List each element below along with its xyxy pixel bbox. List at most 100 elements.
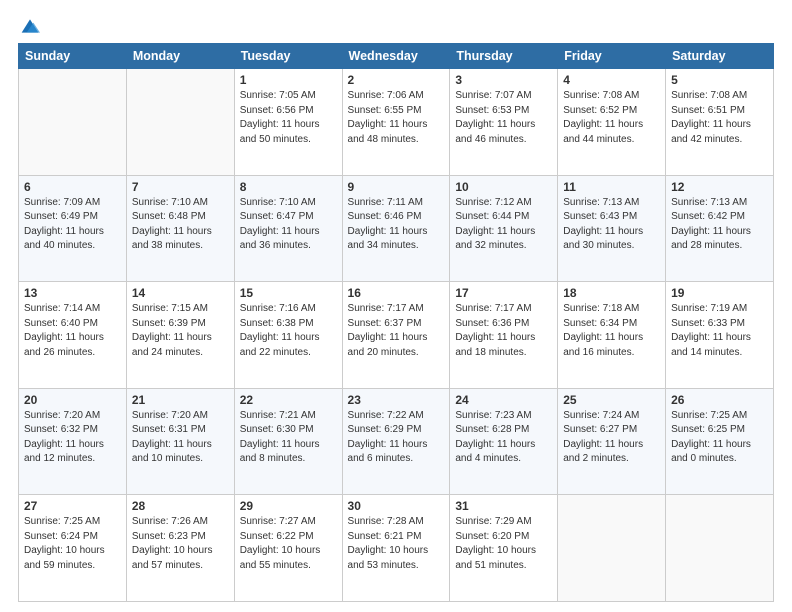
day-number: 30 xyxy=(348,499,445,513)
day-info: Sunrise: 7:19 AM Sunset: 6:33 PM Dayligh… xyxy=(671,302,768,360)
day-number: 5 xyxy=(671,73,768,87)
calendar-cell: 16 Sunrise: 7:17 AM Sunset: 6:37 PM Dayli… xyxy=(342,282,450,389)
calendar-cell: 2 Sunrise: 7:06 AM Sunset: 6:55 PM Daylig… xyxy=(342,69,450,176)
day-number: 12 xyxy=(671,180,768,194)
day-number: 8 xyxy=(240,180,337,194)
day-info: Sunrise: 7:08 AM Sunset: 6:52 PM Dayligh… xyxy=(563,89,660,147)
day-number: 27 xyxy=(24,499,121,513)
calendar-cell xyxy=(666,495,774,602)
day-number: 2 xyxy=(348,73,445,87)
calendar-cell: 7Sunrise: 7:10 AM Sunset: 6:48 PM Daylig… xyxy=(126,175,234,282)
day-info: Sunrise: 7:24 AM Sunset: 6:27 PM Dayligh… xyxy=(563,409,660,467)
day-number: 26 xyxy=(671,393,768,407)
calendar-cell: 4 Sunrise: 7:08 AM Sunset: 6:52 PM Daylig… xyxy=(558,69,666,176)
day-info: Sunrise: 7:17 AM Sunset: 6:36 PM Dayligh… xyxy=(455,302,552,360)
day-number: 29 xyxy=(240,499,337,513)
day-header-tuesday: Tuesday xyxy=(234,44,342,69)
calendar-cell: 18 Sunrise: 7:18 AM Sunset: 6:34 PM Dayli… xyxy=(558,282,666,389)
day-info: Sunrise: 7:29 AM Sunset: 6:20 PM Dayligh… xyxy=(455,515,552,573)
calendar-cell: 12 Sunrise: 7:13 AM Sunset: 6:42 PM Dayli… xyxy=(666,175,774,282)
calendar-cell: 13 Sunrise: 7:14 AM Sunset: 6:40 PM Dayli… xyxy=(19,282,127,389)
day-info: Sunrise: 7:17 AM Sunset: 6:37 PM Dayligh… xyxy=(348,302,445,360)
day-info: Sunrise: 7:25 AM Sunset: 6:25 PM Dayligh… xyxy=(671,409,768,467)
calendar-cell: 20 Sunrise: 7:20 AM Sunset: 6:32 PM Dayli… xyxy=(19,388,127,495)
day-info: Sunrise: 7:11 AM Sunset: 6:46 PM Dayligh… xyxy=(348,196,445,254)
calendar-cell: 6 Sunrise: 7:09 AM Sunset: 6:49 PM Daylig… xyxy=(19,175,127,282)
logo-icon xyxy=(20,16,40,36)
day-number: 16 xyxy=(348,286,445,300)
calendar-cell: 22 Sunrise: 7:21 AM Sunset: 6:30 PM Dayli… xyxy=(234,388,342,495)
calendar-cell: 30 Sunrise: 7:28 AM Sunset: 6:21 PM Dayli… xyxy=(342,495,450,602)
calendar-cell: 27 Sunrise: 7:25 AM Sunset: 6:24 PM Dayli… xyxy=(19,495,127,602)
day-info: Sunrise: 7:10 AM Sunset: 6:47 PM Dayligh… xyxy=(240,196,337,254)
day-number: 22 xyxy=(240,393,337,407)
day-info: Sunrise: 7:07 AM Sunset: 6:53 PM Dayligh… xyxy=(455,89,552,147)
calendar-cell: 3 Sunrise: 7:07 AM Sunset: 6:53 PM Daylig… xyxy=(450,69,558,176)
day-number: 4 xyxy=(563,73,660,87)
day-number: 9 xyxy=(348,180,445,194)
calendar-cell: 29 Sunrise: 7:27 AM Sunset: 6:22 PM Dayli… xyxy=(234,495,342,602)
day-header-sunday: Sunday xyxy=(19,44,127,69)
day-info: Sunrise: 7:25 AM Sunset: 6:24 PM Dayligh… xyxy=(24,515,121,573)
day-header-monday: Monday xyxy=(126,44,234,69)
day-info: Sunrise: 7:28 AM Sunset: 6:21 PM Dayligh… xyxy=(348,515,445,573)
calendar-header-row: SundayMondayTuesdayWednesdayThursdayFrid… xyxy=(19,44,774,69)
calendar-cell: 9 Sunrise: 7:11 AM Sunset: 6:46 PM Daylig… xyxy=(342,175,450,282)
day-info: Sunrise: 7:12 AM Sunset: 6:44 PM Dayligh… xyxy=(455,196,552,254)
day-info: Sunrise: 7:13 AM Sunset: 6:43 PM Dayligh… xyxy=(563,196,660,254)
day-number: 1 xyxy=(240,73,337,87)
day-info: Sunrise: 7:16 AM Sunset: 6:38 PM Dayligh… xyxy=(240,302,337,360)
day-number: 25 xyxy=(563,393,660,407)
day-info: Sunrise: 7:21 AM Sunset: 6:30 PM Dayligh… xyxy=(240,409,337,467)
week-row-5: 27 Sunrise: 7:25 AM Sunset: 6:24 PM Dayli… xyxy=(19,495,774,602)
day-number: 23 xyxy=(348,393,445,407)
calendar-cell: 24 Sunrise: 7:23 AM Sunset: 6:28 PM Dayli… xyxy=(450,388,558,495)
day-number: 28 xyxy=(132,499,229,513)
day-info: Sunrise: 7:18 AM Sunset: 6:34 PM Dayligh… xyxy=(563,302,660,360)
day-number: 15 xyxy=(240,286,337,300)
day-number: 6 xyxy=(24,180,121,194)
day-number: 20 xyxy=(24,393,121,407)
week-row-2: 6 Sunrise: 7:09 AM Sunset: 6:49 PM Daylig… xyxy=(19,175,774,282)
calendar-cell: 23Sunrise: 7:22 AM Sunset: 6:29 PM Dayli… xyxy=(342,388,450,495)
day-info: Sunrise: 7:10 AM Sunset: 6:48 PM Dayligh… xyxy=(132,196,229,254)
day-info: Sunrise: 7:23 AM Sunset: 6:28 PM Dayligh… xyxy=(455,409,552,467)
calendar-table: SundayMondayTuesdayWednesdayThursdayFrid… xyxy=(18,43,774,602)
day-info: Sunrise: 7:06 AM Sunset: 6:55 PM Dayligh… xyxy=(348,89,445,147)
day-number: 17 xyxy=(455,286,552,300)
calendar-page: SundayMondayTuesdayWednesdayThursdayFrid… xyxy=(0,0,792,612)
day-number: 19 xyxy=(671,286,768,300)
day-header-friday: Friday xyxy=(558,44,666,69)
calendar-cell xyxy=(126,69,234,176)
day-number: 10 xyxy=(455,180,552,194)
week-row-3: 13 Sunrise: 7:14 AM Sunset: 6:40 PM Dayli… xyxy=(19,282,774,389)
calendar-cell: 8 Sunrise: 7:10 AM Sunset: 6:47 PM Daylig… xyxy=(234,175,342,282)
day-info: Sunrise: 7:13 AM Sunset: 6:42 PM Dayligh… xyxy=(671,196,768,254)
calendar-cell: 17 Sunrise: 7:17 AM Sunset: 6:36 PM Dayli… xyxy=(450,282,558,389)
day-number: 11 xyxy=(563,180,660,194)
day-header-thursday: Thursday xyxy=(450,44,558,69)
day-info: Sunrise: 7:20 AM Sunset: 6:32 PM Dayligh… xyxy=(24,409,121,467)
calendar-cell: 11 Sunrise: 7:13 AM Sunset: 6:43 PM Dayli… xyxy=(558,175,666,282)
day-number: 13 xyxy=(24,286,121,300)
day-number: 14 xyxy=(132,286,229,300)
day-number: 18 xyxy=(563,286,660,300)
day-header-saturday: Saturday xyxy=(666,44,774,69)
day-info: Sunrise: 7:09 AM Sunset: 6:49 PM Dayligh… xyxy=(24,196,121,254)
calendar-cell: 21Sunrise: 7:20 AM Sunset: 6:31 PM Dayli… xyxy=(126,388,234,495)
day-number: 24 xyxy=(455,393,552,407)
day-info: Sunrise: 7:27 AM Sunset: 6:22 PM Dayligh… xyxy=(240,515,337,573)
calendar-cell: 31Sunrise: 7:29 AM Sunset: 6:20 PM Dayli… xyxy=(450,495,558,602)
calendar-cell: 25 Sunrise: 7:24 AM Sunset: 6:27 PM Dayli… xyxy=(558,388,666,495)
day-number: 3 xyxy=(455,73,552,87)
day-info: Sunrise: 7:08 AM Sunset: 6:51 PM Dayligh… xyxy=(671,89,768,147)
calendar-cell: 5 Sunrise: 7:08 AM Sunset: 6:51 PM Daylig… xyxy=(666,69,774,176)
calendar-cell: 19 Sunrise: 7:19 AM Sunset: 6:33 PM Dayli… xyxy=(666,282,774,389)
day-info: Sunrise: 7:15 AM Sunset: 6:39 PM Dayligh… xyxy=(132,302,229,360)
calendar-cell: 15 Sunrise: 7:16 AM Sunset: 6:38 PM Dayli… xyxy=(234,282,342,389)
calendar-cell xyxy=(558,495,666,602)
calendar-cell: 28Sunrise: 7:26 AM Sunset: 6:23 PM Dayli… xyxy=(126,495,234,602)
day-info: Sunrise: 7:14 AM Sunset: 6:40 PM Dayligh… xyxy=(24,302,121,360)
calendar-cell: 1Sunrise: 7:05 AM Sunset: 6:56 PM Daylig… xyxy=(234,69,342,176)
day-number: 21 xyxy=(132,393,229,407)
